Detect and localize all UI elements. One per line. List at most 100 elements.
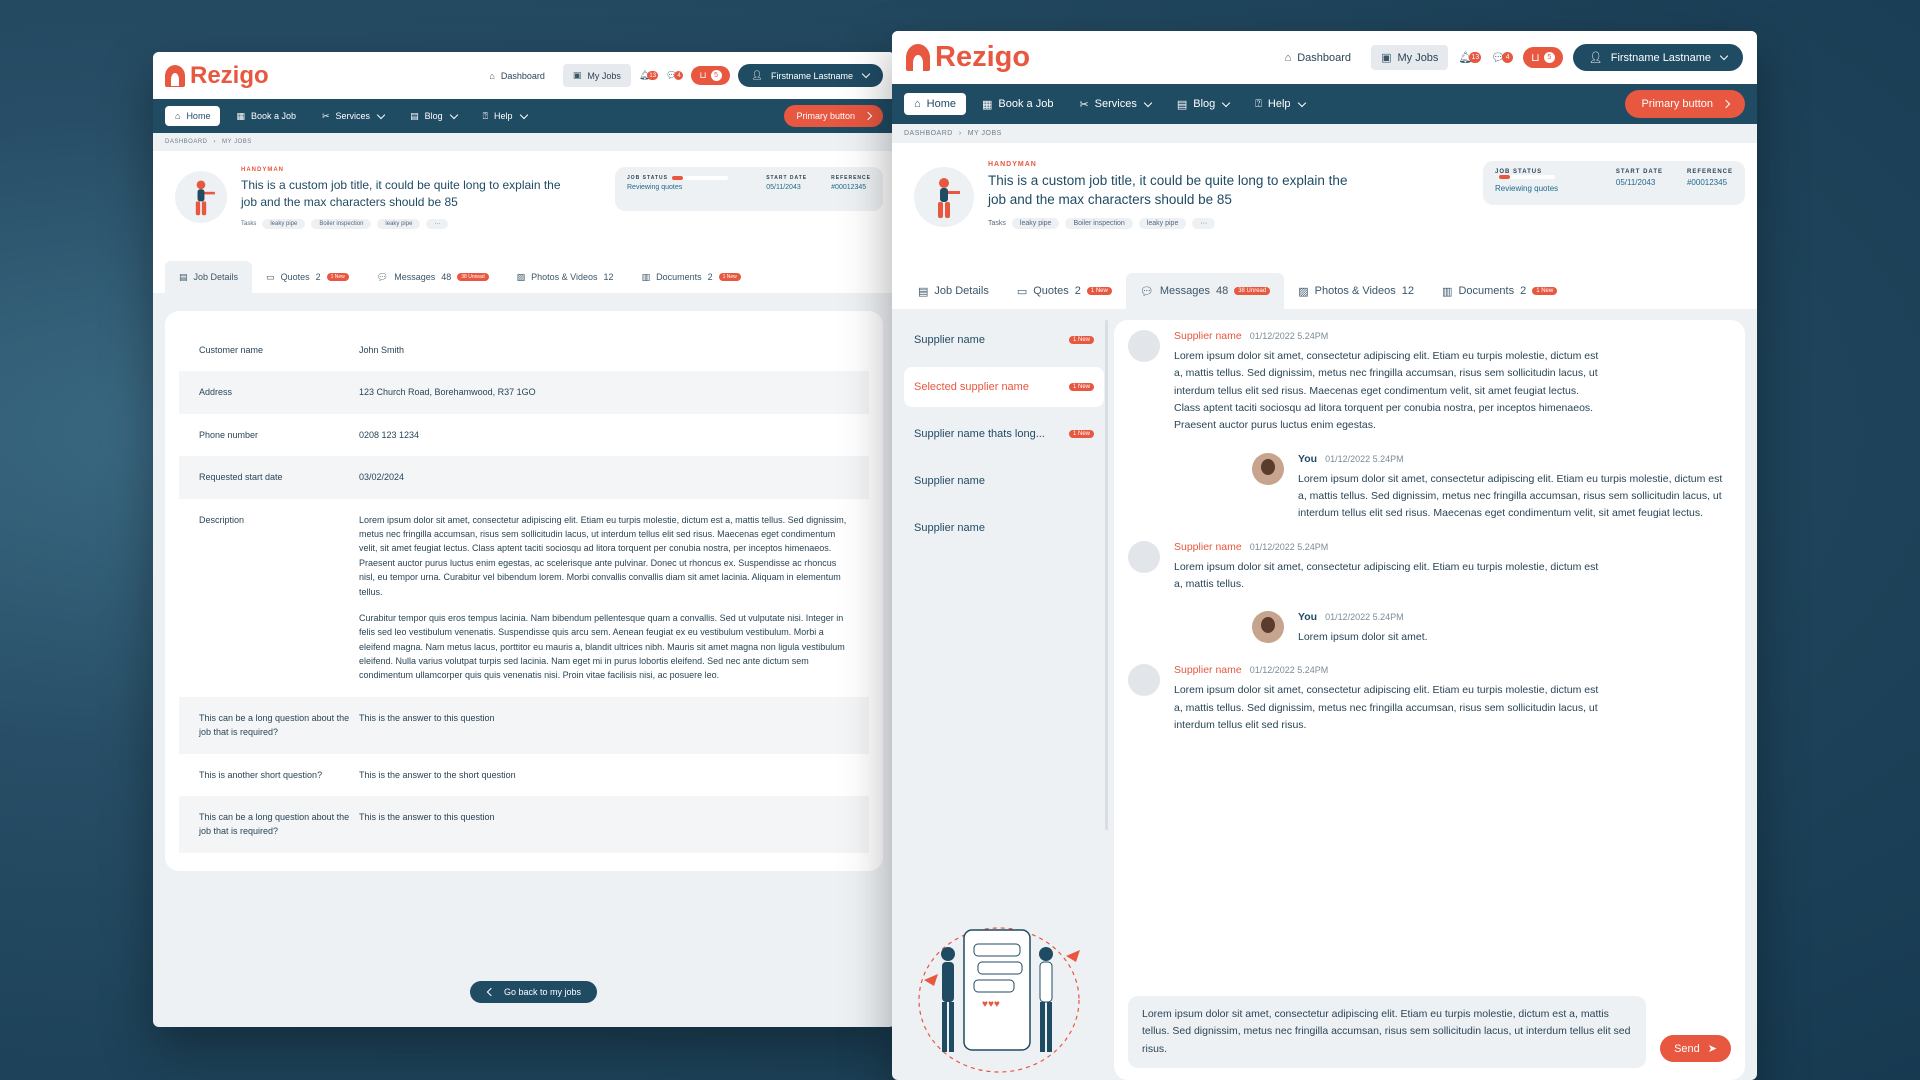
nav-help[interactable]: ⍰ Help: [1245, 93, 1314, 116]
chat-icon[interactable]: 💬︎ 4: [666, 70, 684, 81]
bell-icon[interactable]: 🔔︎ 13: [639, 70, 659, 81]
detail-row: Description Lorem ipsum dolor sit amet, c…: [179, 499, 869, 697]
notification-badge: 13: [1469, 52, 1482, 63]
more-tasks-button[interactable]: ···: [426, 218, 449, 229]
tab-label: Documents: [1458, 285, 1515, 297]
chevron-right-icon: [863, 111, 873, 121]
bell-icon[interactable]: 🔔︎ 13: [1458, 51, 1482, 64]
user-icon: 👤︎: [751, 70, 763, 80]
chevron-down-icon: [1719, 51, 1729, 61]
chat-icon[interactable]: 💬︎ 4: [1491, 51, 1514, 64]
nav-blog[interactable]: ▤ Blog: [400, 106, 467, 127]
tab-label: Job Details: [193, 272, 239, 282]
detail-value: 123 Church Road, Borehamwood, R37 1GO: [359, 387, 536, 398]
tab-messages[interactable]: 💬︎ Messages 48 38 Unread: [1125, 273, 1285, 309]
detail-key: This can be a long question about the jo…: [199, 712, 350, 738]
nav-home[interactable]: ⌂ Home: [904, 93, 966, 115]
nav-home[interactable]: ⌂ Home: [165, 106, 221, 126]
tab-documents[interactable]: ▥ Documents 2 1 New: [628, 261, 755, 293]
tab-photos-videos[interactable]: ▨ Photos & Videos 12: [1284, 273, 1428, 309]
tab-documents[interactable]: ▥ Documents 2 1 New: [1428, 273, 1571, 309]
notification-badge: 13: [647, 71, 659, 80]
send-label: Send: [1674, 1042, 1700, 1055]
handyman-illustration: [175, 171, 227, 223]
chevron-down-icon: [1222, 98, 1231, 107]
tab-photos-videos[interactable]: ▨ Photos & Videos 12: [503, 261, 628, 293]
nav-label: Home: [186, 111, 211, 121]
more-tasks-button[interactable]: ···: [1192, 217, 1216, 229]
logo[interactable]: Rezigo: [165, 62, 269, 90]
supplier-scrollbar[interactable]: [1105, 320, 1108, 830]
user-menu-button[interactable]: 👤︎ Firstname Lastname: [1572, 44, 1743, 71]
paper-plane-icon: ➤: [1707, 1043, 1717, 1055]
cart-button[interactable]: ⊔ 5: [691, 66, 730, 85]
status-progress-bar: [671, 175, 728, 180]
tasks-label: Tasks: [988, 219, 1006, 227]
message-input[interactable]: Lorem ipsum dolor sit amet, consectetur …: [1128, 996, 1646, 1068]
job-details-card: Customer name John Smith Address 123 Churc…: [165, 311, 883, 871]
document-icon: ▤: [179, 271, 188, 282]
book-icon: ▤: [410, 110, 419, 121]
detail-value: This is the answer to this question: [359, 712, 495, 723]
user-avatar: [1252, 611, 1284, 644]
tab-new-badge: 1 New: [1532, 287, 1558, 295]
crumb-my-jobs[interactable]: MY JOBS: [968, 130, 1002, 137]
tools-icon: ✂: [1079, 98, 1089, 111]
breadcrumb: DASHBOARD › MY JOBS: [153, 133, 895, 151]
go-back-button[interactable]: Go back to my jobs: [470, 981, 598, 1003]
crumb-dashboard[interactable]: DASHBOARD: [904, 130, 953, 137]
chevron-right-icon: [1721, 99, 1731, 109]
documents-icon: ▥: [1442, 285, 1453, 298]
tab-job-details[interactable]: ▤ Job Details: [904, 273, 1003, 309]
tab-count: 48: [1215, 285, 1229, 297]
chevron-down-icon: [1297, 98, 1306, 107]
supplier-name: Selected supplier name: [914, 381, 1029, 393]
calendar-icon: ▦: [982, 98, 993, 111]
job-status-card: JOB STATUS Reviewing quotes START DATE 05…: [1483, 161, 1745, 205]
chat-icon: 💬︎: [1139, 285, 1154, 298]
supplier-item[interactable]: Supplier name: [904, 461, 1104, 501]
svg-text:♥♥♥: ♥♥♥: [982, 999, 1000, 1010]
my-jobs-label: My Jobs: [1397, 51, 1439, 64]
tab-messages[interactable]: 💬︎ Messages 48 38 Unread: [363, 261, 503, 293]
supplier-item[interactable]: Supplier name 1 New: [904, 320, 1104, 360]
primary-button[interactable]: Primary button: [1625, 90, 1745, 118]
detail-row: Requested start date 03/02/2024: [179, 456, 869, 499]
crumb-dashboard[interactable]: DASHBOARD: [165, 139, 208, 145]
detail-key: This is another short question?: [199, 769, 323, 780]
dashboard-link[interactable]: ⌂ Dashboard: [479, 65, 554, 87]
supplier-item[interactable]: Supplier name thats long... 1 New: [904, 414, 1104, 454]
nav-book-a-job[interactable]: ▦ Book a Job: [972, 93, 1063, 116]
nav-services[interactable]: ✂ Services: [312, 106, 394, 127]
logo[interactable]: Rezigo: [906, 41, 1030, 74]
cart-button[interactable]: ⊔ 5: [1523, 47, 1563, 68]
nav-book-a-job[interactable]: ▦ Book a Job: [226, 106, 306, 127]
main-nav: ⌂ Home ▦ Book a Job ✂ Services ▤ Blog ⍰ Help …: [153, 99, 895, 133]
tab-count: 2: [707, 272, 713, 282]
nav-blog[interactable]: ▤ Blog: [1167, 93, 1239, 116]
tab-quotes[interactable]: ▭ Quotes 2 1 New: [252, 261, 363, 293]
tab-job-details[interactable]: ▤ Job Details: [165, 261, 253, 293]
task-chip: leaky pipe: [262, 218, 306, 229]
supplier-item-selected[interactable]: Selected supplier name 1 New: [904, 367, 1104, 407]
job-header: HANDYMAN This is a custom job title, it …: [153, 151, 895, 261]
dashboard-link[interactable]: ⌂ Dashboard: [1275, 46, 1361, 70]
top-bar: Rezigo ⌂ Dashboard ▣ My Jobs 🔔︎ 13 💬︎ 4 ⊔ 5 👤…: [153, 52, 895, 99]
send-button[interactable]: Send ➤: [1660, 1035, 1731, 1062]
crumb-my-jobs[interactable]: MY JOBS: [222, 139, 252, 145]
basket-icon: ⊔: [699, 70, 707, 80]
supplier-item[interactable]: Supplier name: [904, 508, 1104, 548]
tab-label: Messages: [394, 272, 436, 282]
nav-help[interactable]: ⍰ Help: [473, 106, 537, 127]
primary-button[interactable]: Primary button: [784, 105, 883, 127]
job-category: HANDYMAN: [988, 161, 1037, 168]
detail-key: Description: [199, 514, 245, 525]
user-menu-button[interactable]: 👤︎ Firstname Lastname: [737, 64, 883, 87]
my-jobs-link[interactable]: ▣ My Jobs: [1371, 45, 1449, 70]
nav-services[interactable]: ✂ Services: [1069, 93, 1160, 116]
my-jobs-link[interactable]: ▣ My Jobs: [562, 64, 631, 87]
detail-row: Address 123 Church Road, Borehamwood, R37…: [179, 371, 869, 414]
tab-quotes[interactable]: ▭ Quotes 2 1 New: [1003, 273, 1126, 309]
briefcase-icon: ▣: [1381, 52, 1392, 64]
detail-row: This is another short question? This is t…: [179, 754, 869, 796]
